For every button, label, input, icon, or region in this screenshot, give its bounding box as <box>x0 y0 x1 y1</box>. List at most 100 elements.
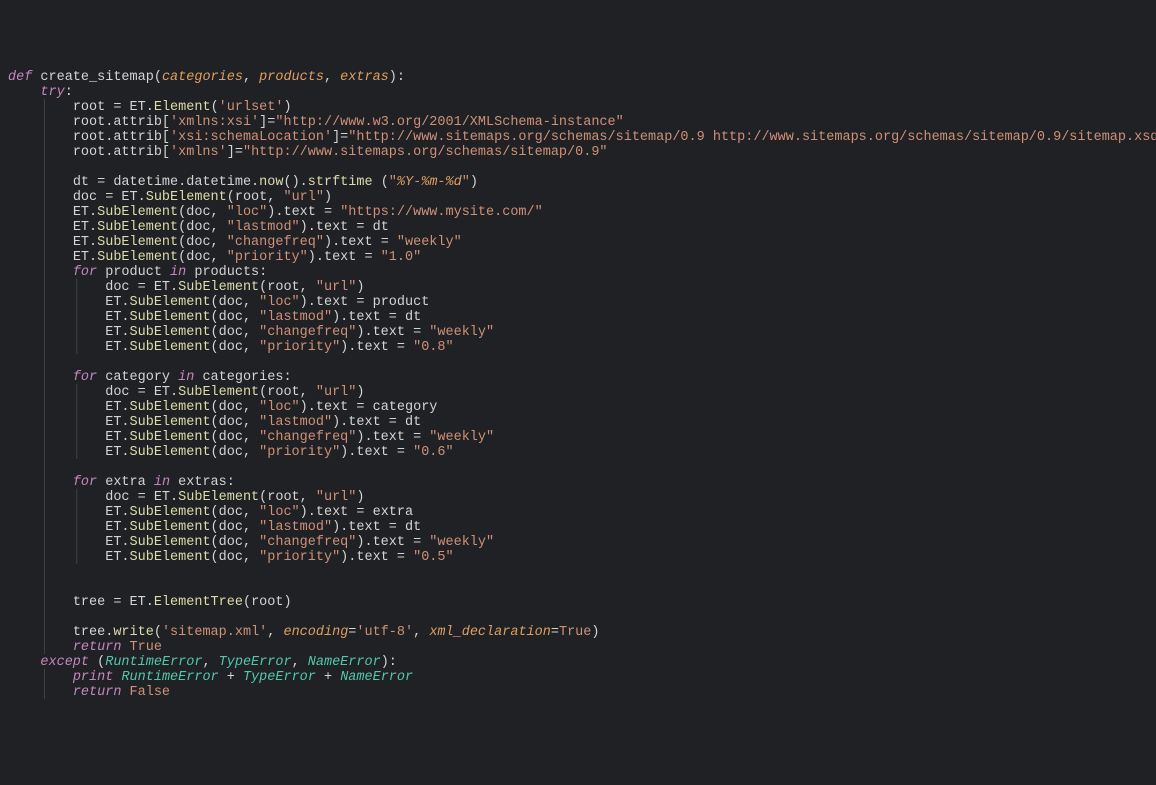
code-line[interactable]: │ │ ET.SubElement(doc, "lastmod").text =… <box>8 310 1148 325</box>
token-cls: ET <box>73 220 89 235</box>
code-line[interactable]: │ ET.SubElement(doc, "priority").text = … <box>8 250 1148 265</box>
token-var: category <box>97 370 178 385</box>
code-line[interactable]: │ ET.SubElement(doc, "lastmod").text = d… <box>8 220 1148 235</box>
token-guide: │ │ <box>8 310 105 325</box>
token-var: dt <box>405 520 421 535</box>
code-line[interactable]: │ │ ET.SubElement(doc, "lastmod").text =… <box>8 520 1148 535</box>
token-punct: . <box>146 595 154 610</box>
code-line[interactable]: │ root = ET.Element('urlset') <box>8 100 1148 115</box>
token-var: products: <box>186 265 267 280</box>
token-kw: return <box>73 640 122 655</box>
token-str: "1.0" <box>381 250 422 265</box>
token-punct: ] <box>227 145 235 160</box>
token-str: "weekly" <box>429 430 494 445</box>
token-paramk: %d <box>446 175 462 190</box>
token-method: SubElement <box>130 415 211 430</box>
token-exc: NameError <box>308 655 381 670</box>
token-guide: │ │ <box>8 340 105 355</box>
code-line[interactable]: │ root.attrib['xmlns']="http://www.sitem… <box>8 145 1148 160</box>
token-punct: ( <box>154 70 162 85</box>
code-line[interactable]: │ <box>8 610 1148 625</box>
token-str: "changefreq" <box>259 535 356 550</box>
code-line[interactable]: │ root.attrib['xmlns:xsi']="http://www.w… <box>8 115 1148 130</box>
token-kw: return <box>73 685 122 700</box>
token-punct: ).text <box>300 295 357 310</box>
code-line[interactable]: │ return False <box>8 685 1148 700</box>
token-punct: . <box>121 295 129 310</box>
code-line[interactable]: │ │ ET.SubElement(doc, "changefreq").tex… <box>8 535 1148 550</box>
token-param: extras <box>340 70 389 85</box>
code-line[interactable]: │ │ ET.SubElement(doc, "changefreq").tex… <box>8 430 1148 445</box>
token-guide: │ <box>8 670 73 685</box>
token-punct: ).text <box>308 250 365 265</box>
code-line[interactable]: │ ET.SubElement(doc, "changefreq").text … <box>8 235 1148 250</box>
token-punct: . <box>121 550 129 565</box>
token-var: root.attrib[ <box>73 130 170 145</box>
token-method: SubElement <box>130 550 211 565</box>
code-line[interactable]: │ return True <box>8 640 1148 655</box>
code-line[interactable]: │ <box>8 160 1148 175</box>
code-line[interactable]: │ <box>8 355 1148 370</box>
code-line[interactable]: try: <box>8 85 1148 100</box>
token-str: 'urlset' <box>219 100 284 115</box>
token-str: "lastmod" <box>227 220 300 235</box>
code-line[interactable]: │ tree = ET.ElementTree(root) <box>8 595 1148 610</box>
token-guide: │ <box>8 580 49 595</box>
code-line[interactable]: │ │ ET.SubElement(doc, "priority").text … <box>8 340 1148 355</box>
token-fn: create_sitemap <box>40 70 153 85</box>
token-punct: . <box>89 205 97 220</box>
token-punct: ) <box>356 280 364 295</box>
token-var: dt <box>373 220 389 235</box>
token-str: "priority" <box>259 445 340 460</box>
code-line[interactable]: │ for product in products: <box>8 265 1148 280</box>
token-cls: ET <box>154 280 170 295</box>
code-line[interactable]: │ │ ET.SubElement(doc, "loc").text = pro… <box>8 295 1148 310</box>
code-line[interactable]: │ │ ET.SubElement(doc, "loc").text = cat… <box>8 400 1148 415</box>
code-line[interactable]: │ │ ET.SubElement(doc, "priority").text … <box>8 445 1148 460</box>
code-line[interactable]: │ tree.write('sitemap.xml', encoding='ut… <box>8 625 1148 640</box>
code-line[interactable]: │ dt = datetime.datetime.now().strftime … <box>8 175 1148 190</box>
token-punct: (root, <box>227 190 284 205</box>
token-guide: │ │ <box>8 430 105 445</box>
code-line[interactable]: │ print RuntimeError + TypeError + NameE… <box>8 670 1148 685</box>
token-str: "weekly" <box>397 235 462 250</box>
code-line[interactable]: │ │ ET.SubElement(doc, "changefreq").tex… <box>8 325 1148 340</box>
code-line[interactable]: def create_sitemap(categories, products,… <box>8 70 1148 85</box>
token-method: Element <box>154 100 211 115</box>
code-line[interactable]: │ root.attrib['xsi:schemaLocation']="htt… <box>8 130 1148 145</box>
token-cls: ET <box>154 385 170 400</box>
code-line[interactable]: │ for category in categories: <box>8 370 1148 385</box>
token-cls: ET <box>105 445 121 460</box>
code-line[interactable]: │ doc = ET.SubElement(root, "url") <box>8 190 1148 205</box>
token-punct: ).text <box>332 415 389 430</box>
code-line[interactable]: │ │ doc = ET.SubElement(root, "url") <box>8 385 1148 400</box>
code-editor[interactable]: def create_sitemap(categories, products,… <box>8 70 1148 700</box>
token-punct: , <box>413 625 429 640</box>
token-punct: (root, <box>259 490 316 505</box>
code-line[interactable]: │ │ ET.SubElement(doc, "loc").text = ext… <box>8 505 1148 520</box>
token-guide: │ <box>8 595 73 610</box>
token-kw: for <box>73 265 97 280</box>
token-cls: ET <box>130 100 146 115</box>
token-punct: . <box>138 190 146 205</box>
code-line[interactable]: │ <box>8 565 1148 580</box>
code-line[interactable]: │ │ doc = ET.SubElement(root, "url") <box>8 490 1148 505</box>
code-line[interactable]: │ │ ET.SubElement(doc, "lastmod").text =… <box>8 415 1148 430</box>
code-line[interactable]: except (RuntimeError, TypeError, NameErr… <box>8 655 1148 670</box>
token-punct: ).text <box>300 400 357 415</box>
token-punct: . <box>89 250 97 265</box>
code-line[interactable]: │ │ doc = ET.SubElement(root, "url") <box>8 280 1148 295</box>
code-line[interactable]: │ <box>8 460 1148 475</box>
token-punct: ).text <box>300 505 357 520</box>
code-line[interactable]: │ ET.SubElement(doc, "loc").text = "http… <box>8 205 1148 220</box>
token-punct: ).text <box>324 235 381 250</box>
code-line[interactable]: │ for extra in extras: <box>8 475 1148 490</box>
token-guide: │ <box>8 235 73 250</box>
token-punct: (doc, <box>178 250 227 265</box>
token-cls: ET <box>105 400 121 415</box>
token-punct: : <box>65 85 73 100</box>
token-punct: . <box>170 490 178 505</box>
code-line[interactable]: │ │ ET.SubElement(doc, "priority").text … <box>8 550 1148 565</box>
token-cls: ET <box>105 505 121 520</box>
code-line[interactable]: │ <box>8 580 1148 595</box>
